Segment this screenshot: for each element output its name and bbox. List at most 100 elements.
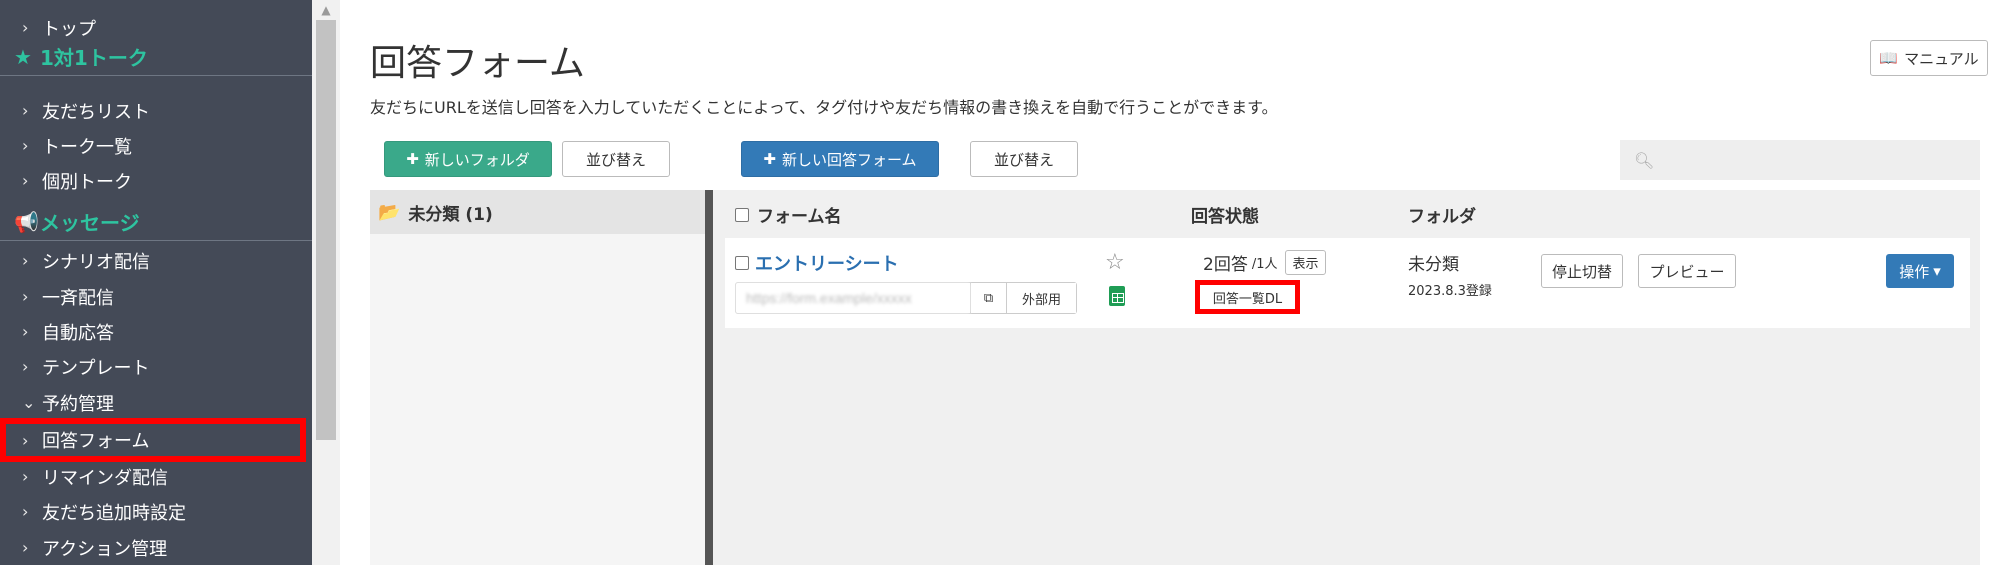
preview-button[interactable]: プレビュー bbox=[1638, 254, 1736, 288]
chevron-right-icon: › bbox=[22, 502, 29, 521]
scroll-up-arrow-icon[interactable]: ▲ bbox=[312, 0, 340, 20]
chevron-right-icon: › bbox=[22, 18, 29, 37]
chevron-right-icon: › bbox=[22, 136, 29, 155]
chevron-down-icon: ⌄ bbox=[22, 393, 36, 412]
form-registered-date: 2023.8.3登録 bbox=[1408, 284, 1492, 299]
manual-button[interactable]: 📖 マニュアル bbox=[1870, 40, 1988, 76]
form-folder-value: 未分類 bbox=[1408, 255, 1459, 275]
sidebar-item-action-management[interactable]: › アクション管理 bbox=[0, 530, 312, 565]
manual-button-label: マニュアル bbox=[1904, 49, 1979, 68]
form-url-field[interactable] bbox=[736, 283, 970, 313]
sidebar-section-message: 📢 メッセージ bbox=[0, 203, 312, 241]
chevron-right-icon: › bbox=[22, 101, 29, 120]
sidebar-item-individual-talk[interactable]: › 個別トーク bbox=[0, 163, 312, 198]
chevron-right-icon: › bbox=[22, 538, 29, 557]
sidebar-item-friend-add-settings[interactable]: › 友だち追加時設定 bbox=[0, 494, 312, 529]
sidebar-item-label: 回答フォーム bbox=[42, 431, 150, 452]
chevron-right-icon: › bbox=[22, 171, 29, 190]
chevron-right-icon: › bbox=[22, 357, 29, 376]
panel-divider[interactable] bbox=[705, 190, 713, 565]
external-url-button[interactable]: 外部用 bbox=[1006, 283, 1076, 313]
sort-folder-label: 並び替え bbox=[585, 150, 646, 169]
page-description: 友だちにURLを送信し回答を入力していただくことによって、タグ付けや友だち情報の… bbox=[370, 98, 1278, 117]
sidebar-item-label: 予約管理 bbox=[42, 393, 114, 415]
sidebar-item-template[interactable]: › テンプレート bbox=[0, 349, 312, 384]
download-answers-button[interactable]: 回答一覧DL bbox=[1195, 280, 1300, 314]
sidebar-item-label: 友だちリスト bbox=[42, 101, 150, 123]
chevron-right-icon: › bbox=[22, 467, 29, 486]
table-header: フォーム名 回答状態 フォルダ bbox=[713, 190, 1980, 235]
copy-url-button[interactable]: ⧉ bbox=[970, 283, 1006, 313]
sidebar-item-scenario[interactable]: › シナリオ配信 bbox=[0, 243, 312, 278]
form-name-link[interactable]: エントリーシート bbox=[755, 250, 899, 276]
sidebar-item-friends-list[interactable]: › 友だちリスト bbox=[0, 93, 312, 128]
sort-folder-button[interactable]: 並び替え bbox=[562, 141, 670, 177]
column-header-name: フォーム名 bbox=[757, 207, 842, 227]
sort-form-button[interactable]: 並び替え bbox=[970, 141, 1078, 177]
table-row: エントリーシート ⧉ 外部用 ☆ 2回答 /1人 表示 回答一覧DL 未分類 2… bbox=[725, 238, 1970, 328]
plus-icon: ✚ bbox=[406, 150, 419, 168]
sidebar-item-label: 個別トーク bbox=[42, 171, 132, 193]
sidebar-item-label: アクション管理 bbox=[42, 538, 168, 560]
answer-people: /1人 bbox=[1251, 257, 1278, 272]
chevron-right-icon: › bbox=[22, 322, 29, 341]
search-input[interactable]: 🔍︎ bbox=[1620, 140, 1980, 180]
spreadsheet-icon[interactable] bbox=[1109, 286, 1125, 306]
show-answers-button[interactable]: 表示 bbox=[1285, 250, 1326, 275]
answer-count-value: 2回答 bbox=[1203, 255, 1248, 275]
star-icon[interactable]: ☆ bbox=[1105, 250, 1125, 275]
book-icon: 📖 bbox=[1879, 49, 1899, 67]
answer-count: 2回答 /1人 表示 bbox=[1203, 250, 1326, 275]
sidebar-item-label: トップ bbox=[42, 18, 96, 40]
star-icon: ★ bbox=[14, 44, 32, 69]
form-url-group: ⧉ 外部用 bbox=[735, 282, 1077, 314]
megaphone-icon: 📢 bbox=[14, 209, 39, 234]
chevron-right-icon: › bbox=[22, 287, 29, 306]
select-all-checkbox[interactable] bbox=[735, 207, 749, 222]
sidebar-item-label: 友だち追加時設定 bbox=[42, 502, 186, 524]
form-name-cell: エントリーシート bbox=[735, 250, 899, 276]
folder-label: 未分類 (1) bbox=[408, 204, 493, 225]
copy-icon: ⧉ bbox=[983, 290, 994, 306]
sidebar-item-label: リマインダ配信 bbox=[42, 467, 168, 489]
column-header-folder: フォルダ bbox=[1408, 207, 1476, 227]
operations-label: 操作 bbox=[1899, 262, 1930, 281]
operations-dropdown-button[interactable]: 操作 ▾ bbox=[1886, 254, 1954, 288]
sidebar-item-label: シナリオ配信 bbox=[42, 251, 150, 273]
new-form-label: 新しい回答フォーム bbox=[782, 150, 917, 169]
forms-panel: フォーム名 回答状態 フォルダ エントリーシート ⧉ 外部用 ☆ 2回答 /1人… bbox=[713, 190, 1980, 565]
scroll-thumb[interactable] bbox=[316, 20, 336, 440]
header-name-col: フォーム名 bbox=[735, 202, 842, 227]
column-header-status: 回答状態 bbox=[1191, 207, 1259, 227]
folder-panel: 📂 未分類 (1) bbox=[370, 190, 705, 565]
sidebar-section-talk: ★ 1対1トーク bbox=[0, 38, 312, 76]
sidebar-item-label: 一斉配信 bbox=[42, 287, 114, 309]
plus-icon: ✚ bbox=[763, 150, 776, 168]
sidebar-section-label: メッセージ bbox=[40, 211, 140, 235]
chevron-right-icon: › bbox=[22, 430, 29, 450]
sidebar-section-label: 1対1トーク bbox=[40, 46, 148, 70]
sidebar-item-label: テンプレート bbox=[42, 357, 150, 379]
sidebar-item-talk-list[interactable]: › トーク一覧 bbox=[0, 128, 312, 163]
folder-open-icon: 📂 bbox=[378, 201, 401, 223]
new-folder-button[interactable]: ✚ 新しいフォルダ bbox=[384, 141, 552, 177]
caret-down-icon: ▾ bbox=[1933, 262, 1941, 280]
sidebar-item-label: 自動応答 bbox=[42, 322, 114, 344]
sidebar-item-answer-form[interactable]: › 回答フォーム bbox=[0, 418, 306, 462]
stop-toggle-button[interactable]: 停止切替 bbox=[1541, 254, 1623, 288]
sidebar: › トップ ★ 1対1トーク › 友だちリスト › トーク一覧 › 個別トーク 📢 メッセー… bbox=[0, 0, 312, 565]
folder-item-uncategorized[interactable]: 📂 未分類 (1) bbox=[370, 190, 705, 234]
sidebar-item-auto-reply[interactable]: › 自動応答 bbox=[0, 314, 312, 349]
row-checkbox[interactable] bbox=[735, 256, 749, 270]
new-folder-label: 新しいフォルダ bbox=[424, 150, 530, 169]
new-form-button[interactable]: ✚ 新しい回答フォーム bbox=[741, 141, 939, 177]
sidebar-item-label: トーク一覧 bbox=[42, 136, 132, 158]
search-icon: 🔍︎ bbox=[1634, 150, 1655, 170]
sidebar-item-reservation[interactable]: ⌄ 予約管理 bbox=[0, 385, 312, 420]
sidebar-item-reminder[interactable]: › リマインダ配信 bbox=[0, 459, 312, 494]
sidebar-item-broadcast[interactable]: › 一斉配信 bbox=[0, 279, 312, 314]
main-content: 回答フォーム 📖 マニュアル 友だちにURLを送信し回答を入力していただくことによ… bbox=[340, 0, 2004, 565]
sidebar-scrollbar[interactable]: ▲ bbox=[312, 0, 340, 565]
chevron-right-icon: › bbox=[22, 251, 29, 270]
page-title: 回答フォーム bbox=[370, 43, 585, 84]
